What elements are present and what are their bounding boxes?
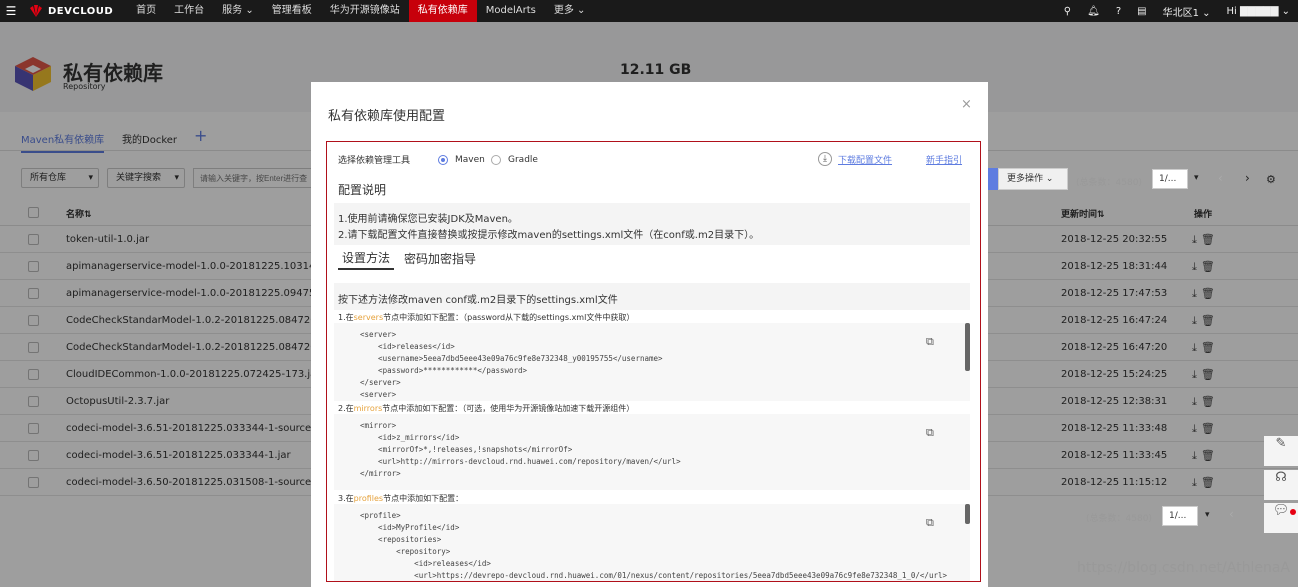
document-icon[interactable]: ▤: [1137, 6, 1146, 17]
nav-item[interactable]: ModelArts: [477, 0, 545, 22]
nav-item[interactable]: 华为开源镜像站: [321, 0, 409, 22]
nav-item[interactable]: 工作台: [165, 0, 213, 22]
nav-right: ⚲ 🔔︎ ? ▤ 华北区1 ⌄ Hi ▇▇▇▇▇ ⌄: [1056, 0, 1298, 22]
code-scrollbar[interactable]: [965, 504, 970, 524]
tab-setup-method[interactable]: 设置方法: [338, 249, 395, 270]
page-size-chevron-icon[interactable]: ▾: [1194, 173, 1199, 183]
modal-title: 私有依赖库使用配置: [328, 109, 446, 124]
download-icon[interactable]: ⤓: [818, 152, 832, 166]
page-input-top[interactable]: 1/...: [1152, 169, 1188, 189]
section-title: 配置说明: [338, 183, 387, 197]
close-icon[interactable]: ×: [961, 97, 972, 112]
hamburger-icon[interactable]: ☰: [0, 4, 22, 18]
chat-icon[interactable]: 💬︎: [1264, 503, 1298, 533]
next-page-icon[interactable]: ›: [1245, 171, 1250, 185]
chat-badge: [1290, 509, 1296, 515]
nav-item[interactable]: 服务 ⌄: [213, 0, 263, 22]
tool-label: 选择依赖管理工具: [338, 156, 411, 166]
nav-items: 首页 工作台 服务 ⌄ 管理看板 华为开源镜像站 私有依赖库 ModelArts 更多 ⌄: [127, 0, 594, 22]
bell-icon[interactable]: 🔔︎: [1087, 6, 1100, 17]
nav-item[interactable]: 管理看板: [263, 0, 321, 22]
brand-name: DEVCLOUD: [48, 5, 114, 17]
huawei-logo-icon: [30, 5, 42, 17]
copy-icon[interactable]: ⧉: [926, 335, 934, 349]
guide-link[interactable]: 新手指引: [926, 153, 962, 166]
prev-page-icon[interactable]: ‹: [1218, 171, 1223, 185]
more-actions-button[interactable]: 更多操作 ⌄: [998, 168, 1068, 190]
support-headset-icon[interactable]: ☊: [1264, 470, 1298, 500]
help-icon[interactable]: ?: [1116, 6, 1121, 17]
step-2: 2.在mirrors节点中添加如下配置：（可选，使用华为开源镜像站加速下载开源组…: [338, 404, 635, 413]
code-scrollbar[interactable]: [965, 323, 970, 371]
nav-item[interactable]: 更多 ⌄: [545, 0, 595, 22]
download-config-link[interactable]: 下载配置文件: [838, 153, 892, 166]
code-block-profiles[interactable]: <profile> <id>MyProfile</id> <repositori…: [334, 504, 970, 581]
page-size-chevron-bottom-icon[interactable]: ▾: [1205, 510, 1210, 520]
radio-gradle-label[interactable]: Gradle: [508, 155, 538, 165]
page-input-bottom[interactable]: 1/...: [1162, 506, 1198, 526]
radio-maven[interactable]: [438, 155, 448, 165]
nav-item[interactable]: 首页: [127, 0, 165, 22]
user-menu[interactable]: Hi ▇▇▇▇▇ ⌄: [1227, 6, 1291, 17]
settings-gear-icon[interactable]: ⚙: [1266, 173, 1276, 186]
total-count-top: (总条数：4580): [1076, 178, 1142, 188]
radio-gradle[interactable]: [491, 155, 501, 165]
howto-text: 按下述方法修改maven conf或.m2目录下的settings.xml文件: [338, 295, 618, 306]
edit-icon[interactable]: ✎: [1264, 436, 1298, 466]
copy-icon[interactable]: ⧉: [926, 516, 934, 530]
nav-item[interactable]: 私有依赖库: [408, 0, 477, 22]
code-block-servers[interactable]: <server> <id>releases</id> <username>5ee…: [334, 323, 970, 401]
radio-maven-label[interactable]: Maven: [455, 155, 485, 165]
note-2: 2.请下载配置文件直接替换或按提示修改maven的settings.xml文件（…: [338, 230, 760, 241]
region-select[interactable]: 华北区1 ⌄: [1163, 4, 1211, 19]
search-button-edge[interactable]: [988, 168, 998, 190]
prev-page-bottom-icon[interactable]: ‹: [1229, 507, 1234, 521]
watermark-text: https://blog.csdn.net/AthlenaA: [1077, 560, 1290, 576]
note-1: 1.使用前请确保您已安装JDK及Maven。: [338, 214, 518, 225]
step-1: 1.在servers节点中添加如下配置：（password从下载的setting…: [338, 313, 635, 322]
total-count-bottom: (总条数：4580): [1086, 514, 1152, 524]
copy-icon[interactable]: ⧉: [926, 426, 934, 440]
step-3: 3.在profiles节点中添加如下配置：: [338, 494, 464, 503]
search-icon[interactable]: ⚲: [1064, 6, 1071, 17]
tab-password-guide[interactable]: 密码加密指导: [404, 250, 476, 267]
top-nav: ☰ DEVCLOUD 首页 工作台 服务 ⌄ 管理看板 华为开源镜像站 私有依赖库 Mode…: [0, 0, 1298, 22]
code-block-mirrors[interactable]: <mirror> <id>z_mirrors</id> <mirrorOf>*,…: [334, 414, 970, 490]
brand-logo[interactable]: DEVCLOUD: [28, 5, 113, 17]
